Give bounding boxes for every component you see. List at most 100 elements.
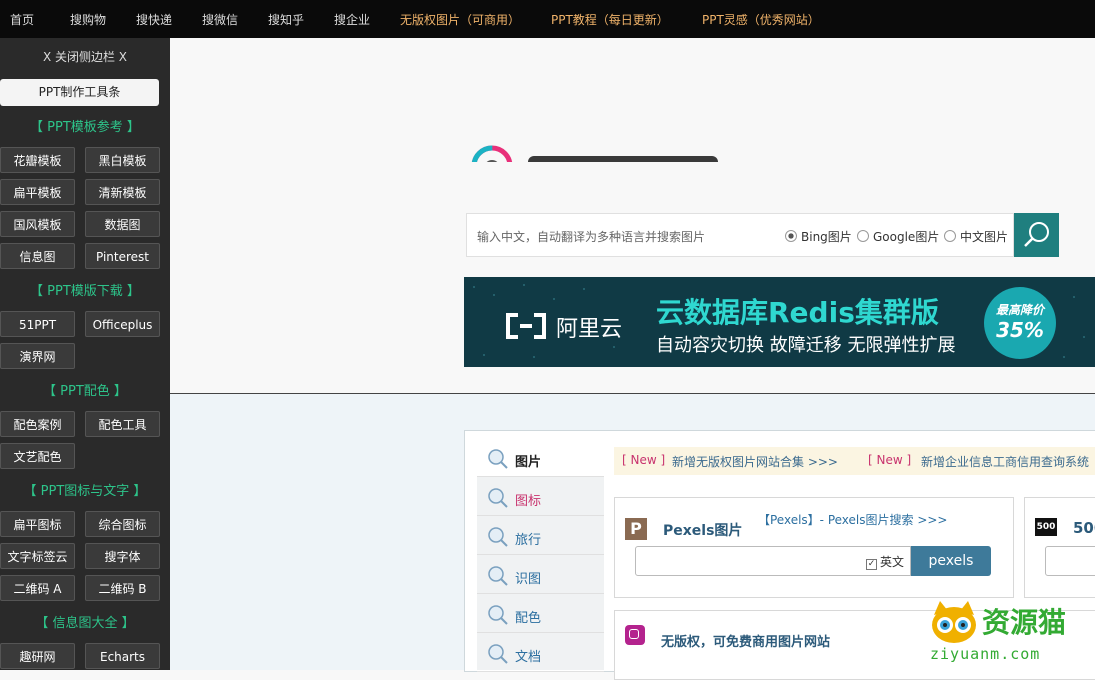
radio-bing-label: Bing图片: [801, 230, 852, 244]
nav-zhihu[interactable]: 搜知乎: [268, 11, 304, 28]
sidebar: X 关闭侧边栏 X PPT制作工具条 【 PPT模板参考 】 花瓣模板 黑白模板…: [0, 38, 170, 670]
sidebar-button[interactable]: 51PPT: [0, 311, 75, 337]
magnifier-icon: [488, 449, 508, 469]
sidebar-button[interactable]: 扁平模板: [0, 179, 75, 205]
ppt-toolbar-button[interactable]: PPT制作工具条: [0, 79, 159, 106]
sidebar-button[interactable]: 扁平图标: [0, 511, 75, 537]
banner-subline: 自动容灾切换 故障迁移 无限弹性扩展: [656, 335, 956, 356]
tab-label: 文档: [515, 650, 542, 665]
nav-free-images[interactable]: 无版权图片（可商用）: [400, 11, 520, 28]
sidebar-button[interactable]: 黑白模板: [85, 147, 160, 173]
section-title-icons: 【 PPT图标与文字 】: [23, 484, 147, 499]
notice-link[interactable]: 新增企业信息工商信用查询系统: [921, 453, 1089, 470]
sidebar-button[interactable]: 花瓣模板: [0, 147, 75, 173]
sidebar-button[interactable]: 国风模板: [0, 211, 75, 237]
pexels-search-button[interactable]: pexels: [911, 546, 991, 576]
english-checkbox-label: 英文: [879, 555, 904, 569]
radio-chinese-label: 中文图片: [960, 230, 1009, 244]
tab-documents[interactable]: 文档: [477, 635, 604, 672]
radio-icon: [857, 230, 869, 242]
500px-search-input[interactable]: [1045, 546, 1095, 576]
tab-colors[interactable]: 配色: [477, 596, 604, 633]
radio-selected-icon: [785, 230, 797, 242]
watermark-text: 资源猫: [982, 606, 1067, 639]
notice-tag: [ New ]: [622, 453, 666, 467]
pexels-title: Pexels图片: [663, 523, 743, 539]
500px-card: 500 500: [1024, 497, 1095, 598]
sidebar-button[interactable]: 信息图: [0, 243, 75, 269]
magnifier-icon: [488, 644, 508, 664]
notice-bar: [ New ] 新增无版权图片网站合集 >>> [ New ] 新增企业信息工商…: [614, 447, 1095, 475]
radio-chinese[interactable]: 中文图片: [944, 228, 1008, 245]
free-images-title: 无版权，可免费商用图片网站: [661, 635, 831, 650]
sidebar-button[interactable]: 配色案例: [0, 411, 75, 437]
image-search-box[interactable]: 输入中文，自动翻译为多种语言并搜索图片 Bing图片 Google图片 中文图片: [466, 213, 1014, 257]
tab-image-recognition[interactable]: 识图: [477, 557, 604, 594]
nav-home[interactable]: 首页: [10, 11, 34, 28]
tab-label: 图片: [515, 455, 542, 470]
ad-banner[interactable]: 阿里云 云数据库Redis集群版 自动容灾切换 故障迁移 无限弹性扩展 最高降价…: [464, 277, 1095, 367]
sidebar-button[interactable]: 数据图: [85, 211, 160, 237]
radio-google[interactable]: Google图片: [857, 228, 939, 245]
site-logo: [468, 142, 728, 162]
pexels-link[interactable]: 【Pexels】- Pexels图片搜索 >>>: [758, 511, 948, 528]
aliyun-logo-icon: [506, 313, 546, 339]
badge-label: 最高降价: [995, 303, 1044, 317]
500px-title: 500: [1073, 519, 1095, 537]
nav-wechat[interactable]: 搜微信: [202, 11, 238, 28]
pexels-search-input[interactable]: ✓ 英文: [635, 546, 911, 576]
watermark: 资源猫 ziyuanm.com: [928, 597, 1088, 667]
cat-mascot-icon: [932, 601, 976, 643]
sidebar-button[interactable]: 配色工具: [85, 411, 160, 437]
sidebar-button[interactable]: Pinterest: [85, 243, 160, 269]
sidebar-button[interactable]: 文字标签云: [0, 543, 75, 569]
watermark-url: ziyuanm.com: [930, 645, 1041, 663]
search-button[interactable]: [1014, 213, 1059, 257]
sidebar-button[interactable]: 文艺配色: [0, 443, 75, 469]
sidebar-button[interactable]: 综合图标: [85, 511, 160, 537]
nav-express[interactable]: 搜快递: [136, 11, 172, 28]
tab-label: 图标: [515, 494, 542, 509]
badge-value: 35%: [996, 318, 1044, 342]
500px-logo-icon: 500: [1035, 518, 1057, 536]
tab-icons[interactable]: 图标: [477, 479, 604, 516]
sidebar-button[interactable]: Echarts: [85, 643, 160, 669]
english-checkbox[interactable]: ✓ 英文: [865, 553, 904, 570]
sidebar-button[interactable]: 二维码 B: [85, 575, 160, 601]
sidebar-button[interactable]: Officeplus: [85, 311, 160, 337]
tab-label: 识图: [515, 572, 542, 587]
sidebar-button[interactable]: 趣研网: [0, 643, 75, 669]
magnifier-icon: [488, 605, 508, 625]
sidebar-button[interactable]: 搜字体: [85, 543, 160, 569]
nav-ppt-tutorial[interactable]: PPT教程（每日更新）: [551, 11, 669, 28]
tab-images[interactable]: 图片: [477, 440, 604, 477]
magnifier-icon: [488, 488, 508, 508]
sidebar-button[interactable]: 清新模板: [85, 179, 160, 205]
tab-travel[interactable]: 旅行: [477, 518, 604, 555]
nav-company[interactable]: 搜企业: [334, 11, 370, 28]
section-title-templates: 【 PPT模板参考 】: [30, 120, 140, 135]
notice-link[interactable]: 新增无版权图片网站合集 >>>: [672, 453, 838, 470]
search-icon: [1024, 222, 1049, 247]
tab-label: 旅行: [515, 533, 542, 548]
section-title-downloads: 【 PPT模版下载 】: [30, 284, 140, 299]
instagram-icon: [625, 625, 645, 645]
radio-icon: [944, 230, 956, 242]
discount-badge: 最高降价 35%: [984, 287, 1056, 359]
pexels-logo-icon: P: [625, 518, 647, 540]
pexels-card: P Pexels图片 【Pexels】- Pexels图片搜索 >>> ✓ 英文 …: [614, 497, 1014, 598]
top-nav: 首页 搜购物 搜快递 搜微信 搜知乎 搜企业 无版权图片（可商用） PPT教程（…: [0, 0, 1095, 38]
section-title-infographics: 【 信息图大全 】: [35, 616, 135, 631]
sidebar-button[interactable]: 演界网: [0, 343, 75, 369]
nav-shopping[interactable]: 搜购物: [70, 11, 106, 28]
checkbox-checked-icon: ✓: [865, 559, 877, 570]
close-sidebar-button[interactable]: X 关闭侧边栏 X: [0, 48, 170, 65]
sidebar-button[interactable]: 二维码 A: [0, 575, 75, 601]
magnifier-icon: [488, 566, 508, 586]
radio-bing[interactable]: Bing图片: [785, 228, 852, 245]
search-input[interactable]: 输入中文，自动翻译为多种语言并搜索图片: [477, 228, 705, 245]
radio-google-label: Google图片: [873, 230, 940, 244]
nav-ppt-inspiration[interactable]: PPT灵感（优秀网站）: [702, 11, 820, 28]
section-title-colors: 【 PPT配色 】: [43, 384, 127, 399]
tab-label: 配色: [515, 611, 542, 626]
